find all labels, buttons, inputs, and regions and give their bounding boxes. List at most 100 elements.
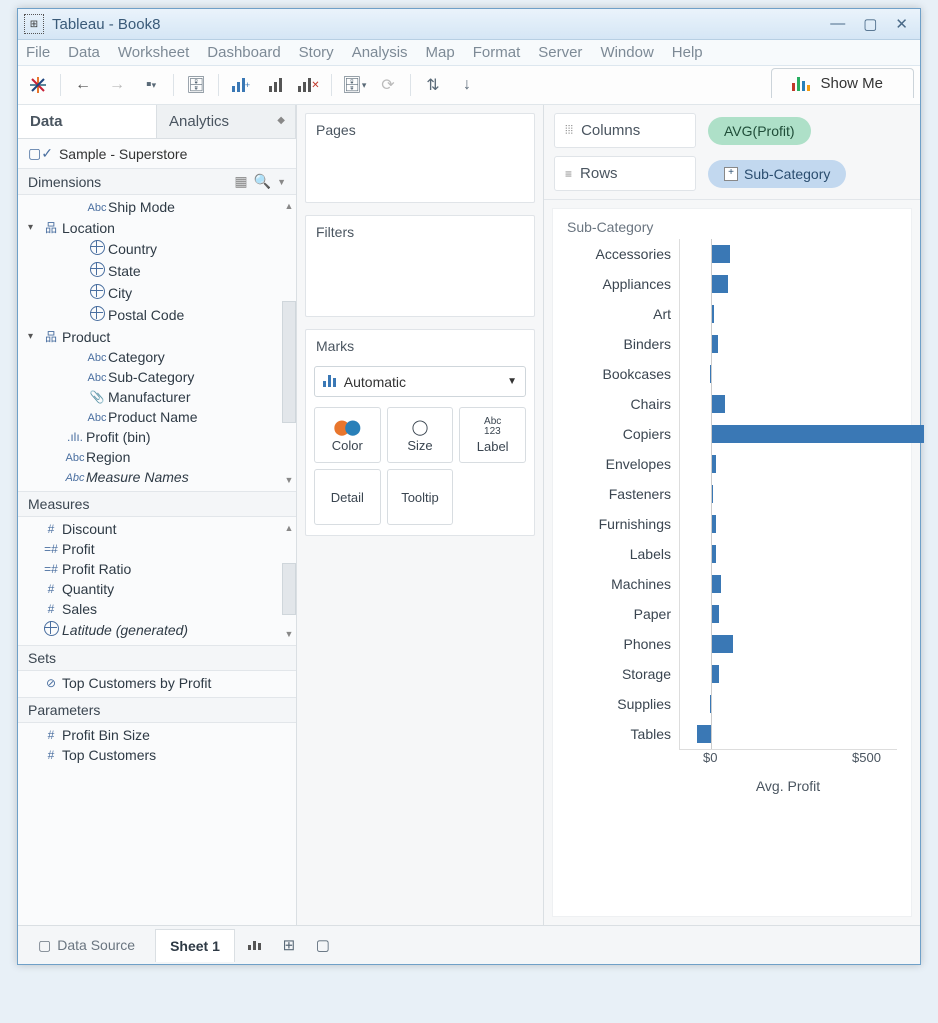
expand-icon[interactable]: + (724, 167, 738, 181)
bar-row[interactable] (680, 239, 897, 269)
bar-row[interactable] (680, 659, 897, 689)
pages-shelf[interactable]: Pages (305, 113, 535, 203)
tab-sheet-1[interactable]: Sheet 1 (155, 929, 235, 962)
field-ship-mode[interactable]: Abc Ship Mode (18, 197, 282, 217)
field-city[interactable]: City (18, 282, 282, 304)
bar-row[interactable] (680, 269, 897, 299)
measures-tree: # Discount =# Profit =# Profit Ratio # Q… (18, 517, 282, 645)
columns-shelf[interactable]: ⦙⦙⦙Columns (554, 113, 696, 148)
field-profit-bin-[interactable]: .ılı. Profit (bin) (18, 427, 282, 447)
menu-map[interactable]: Map (426, 44, 455, 61)
rows-shelf[interactable]: ≡Rows (554, 156, 696, 191)
scroll-down-icon[interactable]: ▼ (285, 475, 294, 485)
forward-icon[interactable]: → (105, 73, 129, 97)
bar-row[interactable] (680, 689, 897, 719)
field-location[interactable]: ▾ 品 Location (18, 217, 282, 238)
mark-size-button[interactable]: ◯Size (387, 407, 454, 463)
new-dashboard-tab-icon[interactable]: ⊞ (275, 936, 303, 954)
chart-canvas[interactable]: Sub-Category AccessoriesAppliancesArtBin… (552, 208, 912, 917)
view-as-icon[interactable]: ▦ (234, 173, 247, 190)
bar-row[interactable] (680, 629, 897, 659)
field-postal-code[interactable]: Postal Code (18, 304, 282, 326)
duplicate-sheet-icon[interactable] (263, 73, 287, 97)
new-datasource-icon[interactable]: 🗄 (184, 73, 208, 97)
bar-row[interactable] (680, 329, 897, 359)
field-top-customers-by-profit[interactable]: ⊘ Top Customers by Profit (18, 673, 296, 693)
maximize-button[interactable]: ▢ (863, 15, 877, 33)
bar-row[interactable] (680, 389, 897, 419)
field-quantity[interactable]: # Quantity (18, 579, 282, 599)
field-country[interactable]: Country (18, 238, 282, 260)
field-profit-ratio[interactable]: =# Profit Ratio (18, 559, 282, 579)
mark-type-select[interactable]: Automatic ▼ (314, 366, 526, 397)
menu-dashboard[interactable]: Dashboard (207, 44, 280, 61)
bar-row[interactable] (680, 509, 897, 539)
mark-label-button[interactable]: Abc123Label (459, 407, 526, 463)
field-profit[interactable]: =# Profit (18, 539, 282, 559)
scrollbar-thumb[interactable] (282, 301, 296, 423)
save-icon[interactable]: ▪▾ (139, 73, 163, 97)
sort-icon[interactable]: ↓ (455, 73, 479, 97)
mark-color-button[interactable]: ⬤⬤Color (314, 407, 381, 463)
field-latitude-generated-[interactable]: Latitude (generated) (18, 619, 282, 641)
menu-file[interactable]: File (26, 44, 50, 61)
menu-window[interactable]: Window (600, 44, 653, 61)
bar-row[interactable] (680, 599, 897, 629)
menu-help[interactable]: Help (672, 44, 703, 61)
field-manufacturer[interactable]: 📎 Manufacturer (18, 387, 282, 407)
menu-worksheet[interactable]: Worksheet (118, 44, 189, 61)
menu-format[interactable]: Format (473, 44, 521, 61)
auto-update-icon[interactable]: 🗄▾ (342, 73, 366, 97)
mark-tooltip-button[interactable]: Tooltip (387, 469, 454, 525)
bar-row[interactable] (680, 539, 897, 569)
mark-detail-button[interactable]: Detail (314, 469, 381, 525)
scroll-up-icon[interactable]: ▲ (285, 523, 294, 533)
columns-pill[interactable]: AVG(Profit) (708, 117, 811, 145)
new-story-tab-icon[interactable]: ▢ (309, 936, 337, 954)
menu-analysis[interactable]: Analysis (352, 44, 408, 61)
close-button[interactable]: ✕ (895, 15, 908, 33)
scroll-down-icon[interactable]: ▼ (285, 629, 294, 639)
swap-icon[interactable]: ⇅ (421, 73, 445, 97)
scroll-up-icon[interactable]: ▲ (285, 201, 294, 211)
bar-row[interactable] (680, 299, 897, 329)
bar-row[interactable] (680, 479, 897, 509)
field-measure-names[interactable]: Abc Measure Names (18, 467, 282, 487)
bar-row[interactable] (680, 359, 897, 389)
field-region[interactable]: Abc Region (18, 447, 282, 467)
field-top-customers[interactable]: # Top Customers (18, 745, 296, 765)
field-sub-category[interactable]: Abc Sub-Category (18, 367, 282, 387)
field-profit-bin-size[interactable]: # Profit Bin Size (18, 725, 296, 745)
rows-pill[interactable]: +Sub-Category (708, 160, 846, 188)
bar-row[interactable] (680, 419, 897, 449)
bar-row[interactable] (680, 719, 897, 749)
new-worksheet-icon[interactable]: + (229, 73, 253, 97)
scrollbar-thumb[interactable] (282, 563, 296, 615)
tab-data[interactable]: Data (18, 105, 157, 138)
filters-shelf[interactable]: Filters (305, 215, 535, 317)
bar-row[interactable] (680, 449, 897, 479)
menu-server[interactable]: Server (538, 44, 582, 61)
bar (711, 635, 733, 653)
field-sales[interactable]: # Sales (18, 599, 282, 619)
refresh-icon[interactable]: ⟳ (376, 73, 400, 97)
search-icon[interactable]: 🔍 (254, 173, 271, 190)
dropdown-icon[interactable]: ▼ (277, 177, 286, 187)
tab-analytics[interactable]: Analytics◆ (157, 105, 296, 138)
field-discount[interactable]: # Discount (18, 519, 282, 539)
show-me-button[interactable]: Show Me (771, 68, 914, 98)
bar-row[interactable] (680, 569, 897, 599)
menu-data[interactable]: Data (68, 44, 100, 61)
field-product[interactable]: ▾ 品 Product (18, 326, 282, 347)
field-state[interactable]: State (18, 260, 282, 282)
new-worksheet-tab-icon[interactable] (241, 936, 269, 954)
tab-data-source[interactable]: ▢Data Source (24, 929, 149, 962)
minimize-button[interactable]: — (830, 15, 845, 33)
field-product-name[interactable]: Abc Product Name (18, 407, 282, 427)
tableau-logo-icon[interactable] (26, 73, 50, 97)
clear-sheet-icon[interactable]: ✕ (297, 73, 321, 97)
back-icon[interactable]: ← (71, 73, 95, 97)
field-category[interactable]: Abc Category (18, 347, 282, 367)
datasource-row[interactable]: ▢✓ Sample - Superstore (18, 139, 296, 168)
menu-story[interactable]: Story (299, 44, 334, 61)
